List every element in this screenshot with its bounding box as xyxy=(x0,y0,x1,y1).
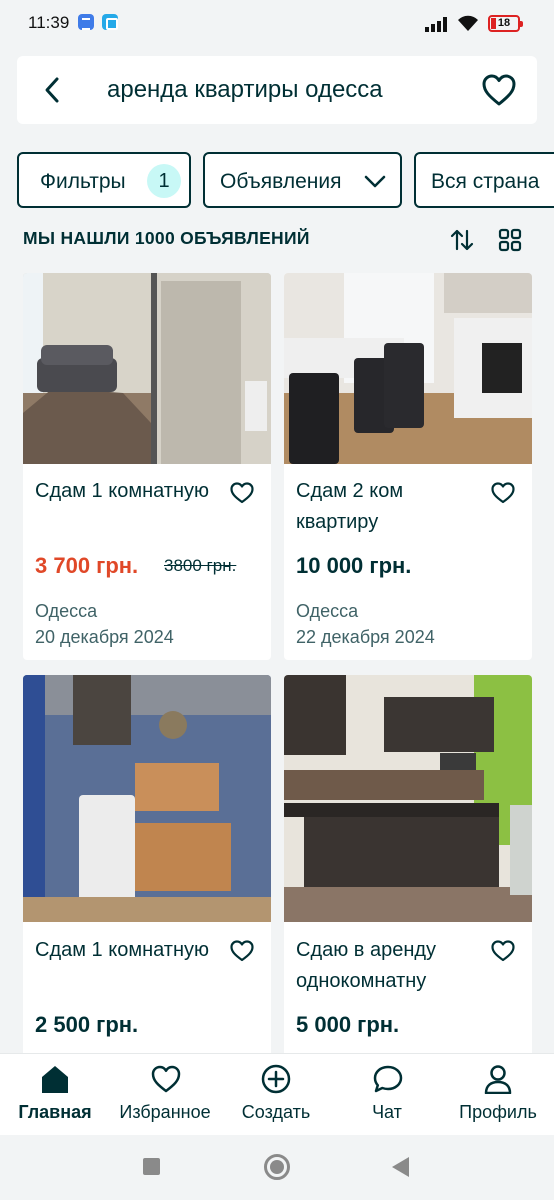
home-button-icon[interactable] xyxy=(264,1154,290,1180)
listing-date: 20 декабря 2024 xyxy=(35,627,174,647)
favorite-heart-icon[interactable] xyxy=(490,939,516,963)
listing-title[interactable]: Сдаю в аренду однокомнатну xyxy=(296,935,486,997)
ads-dropdown[interactable]: Объявления xyxy=(203,152,402,208)
listing-price: 3 700 грн. xyxy=(35,553,139,578)
nav-favorites[interactable]: Избранное xyxy=(110,1054,220,1136)
nav-home-label: Главная xyxy=(18,1102,92,1122)
back-arrow-icon[interactable] xyxy=(37,74,69,106)
listing-photo[interactable] xyxy=(284,273,532,464)
listing-title[interactable]: Сдам 1 комнатную xyxy=(35,476,225,507)
notification-app-icon xyxy=(78,14,94,30)
chat-bubble-icon xyxy=(373,1065,403,1093)
wifi-icon xyxy=(458,15,478,31)
listing-photo[interactable] xyxy=(284,675,532,922)
listing-city: Одесса xyxy=(296,601,359,621)
nav-create[interactable]: Создать xyxy=(221,1054,331,1136)
listing-price: 2 500 грн. xyxy=(35,1012,139,1037)
sort-icon[interactable] xyxy=(450,228,474,252)
nav-favorites-label: Избранное xyxy=(119,1102,211,1122)
listing-photo[interactable] xyxy=(23,675,271,922)
listing-card[interactable]: Сдам 1 комнатную 3 700 грн. 3800 грн. Од… xyxy=(23,273,271,660)
notification-app-icon-2 xyxy=(102,14,118,30)
ads-dropdown-label: Объявления xyxy=(220,170,342,193)
listing-old-price: 3800 грн. xyxy=(164,556,237,575)
back-triangle-icon[interactable] xyxy=(392,1157,409,1177)
listing-price: 10 000 грн. xyxy=(296,553,412,578)
favorite-heart-icon[interactable] xyxy=(490,481,516,505)
listing-price: 5 000 грн. xyxy=(296,1012,400,1037)
nav-create-label: Создать xyxy=(241,1102,311,1122)
signal-icon xyxy=(425,16,449,32)
listing-title[interactable]: Сдам 2 ком квартиру xyxy=(296,476,486,538)
system-navigation-bar xyxy=(0,1135,554,1200)
listing-card[interactable]: Сдаю в аренду однокомнатну 5 000 грн. xyxy=(284,675,532,1065)
listing-city: Одесса xyxy=(35,601,98,621)
favorite-heart-icon[interactable] xyxy=(229,939,255,963)
battery-icon: 18 xyxy=(488,15,523,32)
nav-chat-label: Чат xyxy=(372,1102,402,1122)
user-icon xyxy=(484,1065,512,1094)
heart-icon xyxy=(151,1065,181,1093)
status-bar: 11:39 18 xyxy=(0,0,554,48)
listing-date: 22 декабря 2024 xyxy=(296,627,435,647)
nav-home[interactable]: Главная xyxy=(0,1054,110,1136)
chevron-down-icon xyxy=(364,175,386,188)
listing-title[interactable]: Сдам 1 комнатную xyxy=(35,935,225,966)
results-count: МЫ НАШЛИ 1000 ОБЪЯВЛЕНИЙ xyxy=(23,228,310,248)
recent-apps-icon[interactable] xyxy=(143,1158,160,1175)
listing-card[interactable]: Сдам 2 ком квартиру 10 000 грн. Одесса 2… xyxy=(284,273,532,660)
region-selector[interactable]: Вся страна xyxy=(414,152,554,208)
listing-card[interactable]: Сдам 1 комнатную 2 500 грн. xyxy=(23,675,271,1065)
save-search-heart-icon[interactable] xyxy=(481,73,517,107)
favorite-heart-icon[interactable] xyxy=(229,481,255,505)
bottom-navigation: Главная Избранное Создать Чат Профиль xyxy=(0,1053,554,1135)
listing-photo[interactable] xyxy=(23,273,271,464)
home-icon xyxy=(42,1066,68,1093)
nav-profile[interactable]: Профиль xyxy=(443,1054,553,1136)
grid-view-icon[interactable] xyxy=(498,228,522,252)
filters-count-badge: 1 xyxy=(147,164,181,198)
status-time: 11:39 xyxy=(28,13,70,32)
nav-profile-label: Профиль xyxy=(459,1102,537,1122)
search-bar: аренда квартиры одесса xyxy=(17,56,537,124)
filters-button[interactable]: Фильтры 1 xyxy=(17,152,191,208)
filters-label: Фильтры xyxy=(40,170,126,193)
nav-chat[interactable]: Чат xyxy=(332,1054,442,1136)
search-query[interactable]: аренда квартиры одесса xyxy=(107,76,383,104)
region-label: Вся страна xyxy=(431,170,540,193)
plus-circle-icon xyxy=(261,1064,291,1094)
